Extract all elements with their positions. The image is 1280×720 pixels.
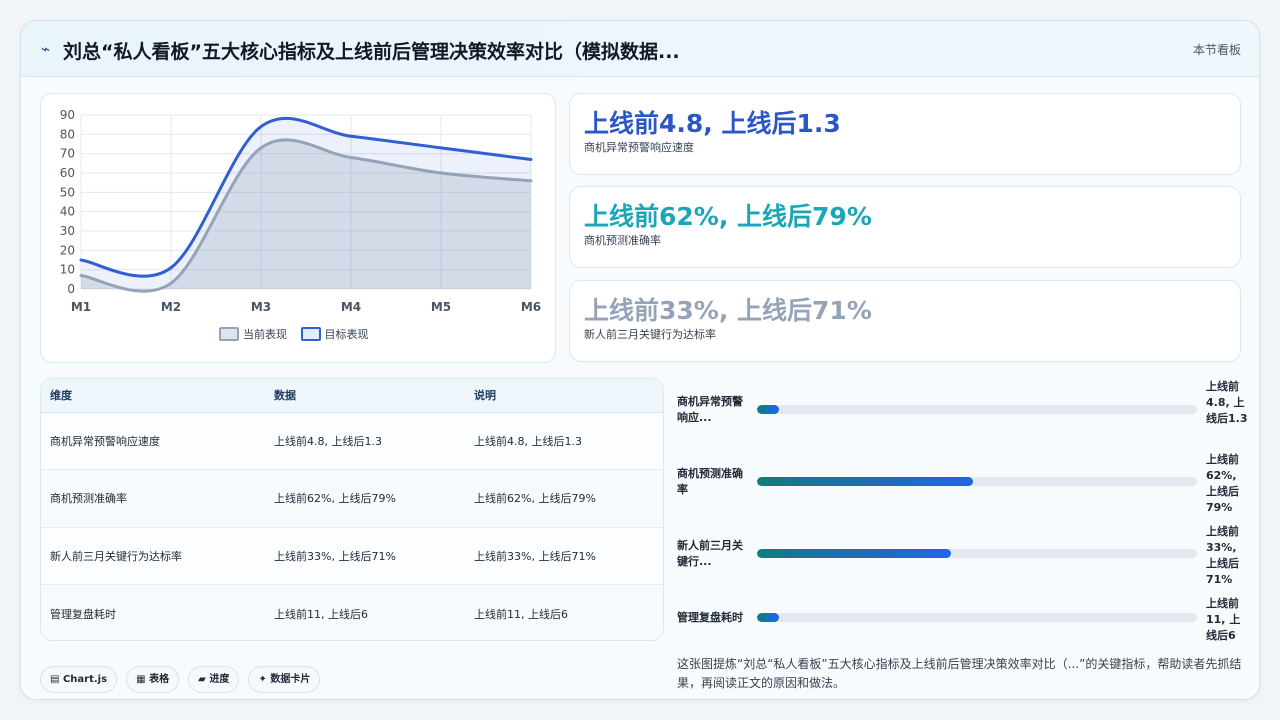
progress-fill	[757, 477, 973, 486]
progress-track	[757, 477, 1197, 486]
table-cell: 上线前33%, 上线后71%	[265, 527, 465, 585]
table-cell: 商机异常预警响应速度	[41, 412, 265, 470]
stat-card-newhire-rate: 上线前33%, 上线后71% 新人前三月关键行为达标率	[569, 280, 1241, 362]
table-cell: 新人前三月关键行为达标率	[41, 527, 265, 585]
summary-text: 这张图提炼“刘总“私人看板”五大核心指标及上线前后管理决策效率对比（...”的关…	[677, 657, 1242, 690]
table-icon: ▦	[136, 674, 146, 685]
legend-item-target[interactable]: 目标表现	[300, 326, 369, 342]
progress-label: 新人前三月关键行...	[677, 539, 743, 568]
progress-row: 商机异常预警响应... 上线前4.8, 上线后1.3	[677, 379, 1248, 443]
progress-fill	[757, 405, 779, 414]
page-title: 刘总“私人看板”五大核心指标及上线前后管理决策效率对比（模拟数据...	[63, 41, 680, 63]
progress-label: 商机异常预警响应...	[677, 395, 743, 424]
y-tick-label: 40	[60, 205, 75, 219]
table-cell: 上线前62%, 上线后79%	[465, 469, 663, 528]
table-cell: 上线前11, 上线后6	[265, 584, 465, 640]
y-tick-label: 30	[60, 224, 75, 238]
line-chart: 0 10 20 30 40 50 60 70 80 90 M1 M2 M3 M4 M5 M6	[60, 108, 541, 314]
stat-value: 上线前33%, 上线后71%	[584, 296, 872, 325]
y-tick-label: 10	[60, 263, 75, 277]
table-row: 管理复盘耗时 上线前11, 上线后6 上线前11, 上线后6	[41, 584, 663, 640]
legend-label-target: 目标表现	[324, 328, 369, 341]
table-cell: 上线前33%, 上线后71%	[465, 527, 663, 585]
progress-track	[757, 405, 1197, 414]
progress-fill	[757, 613, 779, 622]
x-tick-label: M4	[341, 300, 361, 314]
y-tick-label: 20	[60, 243, 75, 257]
progress-row: 商机预测准确率 上线前62%, 上线后79%	[677, 452, 1247, 516]
chart-icon: ▤	[50, 674, 60, 685]
table-row: 新人前三月关键行为达标率 上线前33%, 上线后71% 上线前33%, 上线后7…	[41, 527, 663, 585]
progress-row: 管理复盘耗时 上线前11, 上线后6	[677, 596, 1247, 644]
table-row: 商机异常预警响应速度 上线前4.8, 上线后1.3 上线前4.8, 上线后1.3	[41, 412, 663, 470]
table-header-row: 维度 数据 说明	[41, 379, 663, 413]
tech-chip-list: ▤ Chart.js ▦ 表格 ▰ 进度 ✦ 数据卡片	[40, 666, 324, 693]
chip-label: 数据卡片	[270, 674, 311, 685]
table-cell: 上线前4.8, 上线后1.3	[265, 412, 465, 470]
chip-label: 表格	[149, 674, 170, 685]
chip-progress[interactable]: ▰ 进度	[188, 666, 240, 693]
y-tick-label: 0	[67, 282, 75, 296]
x-tick-label: M5	[431, 300, 451, 314]
progress-value: 上线前11, 上线后6	[1206, 597, 1241, 642]
progress-value: 上线前62%, 上线后79%	[1206, 453, 1239, 514]
y-tick-label: 80	[60, 127, 75, 141]
stat-label: 商机异常预警响应速度	[584, 141, 694, 154]
table-cell: 上线前62%, 上线后79%	[265, 469, 465, 528]
progress-track	[757, 613, 1197, 622]
metrics-table: 维度 数据 说明 商机异常预警响应速度 上线前4.8, 上线后1.3 上线前4.…	[41, 379, 663, 640]
stat-value: 上线前4.8, 上线后1.3	[584, 109, 841, 138]
section-tag: 本节看板	[1192, 43, 1241, 57]
chip-chartjs[interactable]: ▤ Chart.js	[40, 666, 118, 693]
stat-label: 新人前三月关键行为达标率	[584, 328, 716, 341]
sparkle-icon: ✦	[258, 674, 267, 685]
table-cell: 上线前11, 上线后6	[465, 584, 663, 640]
x-tick-label: M3	[251, 300, 271, 314]
legend-swatch-current	[219, 327, 239, 341]
x-tick-label: M1	[71, 300, 91, 314]
column-header-note[interactable]: 说明	[465, 379, 663, 413]
sparkline-icon: ⌁	[41, 40, 51, 58]
y-tick-label: 50	[60, 185, 75, 199]
progress-fill	[757, 549, 951, 558]
stat-value: 上线前62%, 上线后79%	[584, 202, 872, 231]
y-tick-label: 90	[60, 108, 75, 122]
line-chart-panel: 0 10 20 30 40 50 60 70 80 90 M1 M2 M3 M4 M5 M6 当前表现 目标表…	[40, 93, 556, 363]
legend-label-current: 当前表现	[243, 328, 287, 341]
progress-value: 上线前33%, 上线后71%	[1206, 525, 1239, 586]
stat-label: 商机预测准确率	[584, 234, 661, 247]
progress-value: 上线前4.8, 上线后1.3	[1206, 380, 1248, 425]
chip-data-card[interactable]: ✦ 数据卡片	[248, 666, 321, 693]
progress-icon: ▰	[198, 674, 206, 685]
header-bar: ⌁ 刘总“私人看板”五大核心指标及上线前后管理决策效率对比（模拟数据... 本节…	[21, 21, 1259, 77]
column-header-dimension[interactable]: 维度	[41, 379, 265, 413]
stat-card-response-speed: 上线前4.8, 上线后1.3 商机异常预警响应速度	[569, 93, 1241, 175]
chart-legend[interactable]: 当前表现 目标表现	[219, 326, 379, 342]
progress-row: 新人前三月关键行... 上线前33%, 上线后71%	[677, 524, 1247, 588]
y-tick-label: 60	[60, 166, 75, 180]
column-header-data[interactable]: 数据	[265, 379, 465, 413]
table-cell: 上线前4.8, 上线后1.3	[465, 412, 663, 470]
progress-label: 商机预测准确率	[677, 467, 743, 496]
chip-table[interactable]: ▦ 表格	[126, 666, 180, 693]
metrics-table-panel: 维度 数据 说明 商机异常预警响应速度 上线前4.8, 上线后1.3 上线前4.…	[40, 378, 664, 641]
stat-card-forecast-accuracy: 上线前62%, 上线后79% 商机预测准确率	[569, 186, 1241, 268]
table-row: 商机预测准确率 上线前62%, 上线后79% 上线前62%, 上线后79%	[41, 469, 663, 528]
legend-item-current[interactable]: 当前表现	[219, 326, 287, 342]
dashboard-card: ⌁ 刘总“私人看板”五大核心指标及上线前后管理决策效率对比（模拟数据... 本节…	[20, 20, 1260, 700]
x-tick-label: M2	[161, 300, 181, 314]
x-tick-label: M6	[521, 300, 541, 314]
chip-label: 进度	[209, 674, 230, 685]
chip-label: Chart.js	[62, 674, 108, 685]
progress-label: 管理复盘耗时	[677, 611, 743, 624]
progress-track	[757, 549, 1197, 558]
table-cell: 管理复盘耗时	[41, 584, 265, 640]
y-tick-label: 70	[60, 147, 75, 161]
legend-swatch-target	[300, 327, 321, 341]
table-cell: 商机预测准确率	[41, 469, 265, 528]
